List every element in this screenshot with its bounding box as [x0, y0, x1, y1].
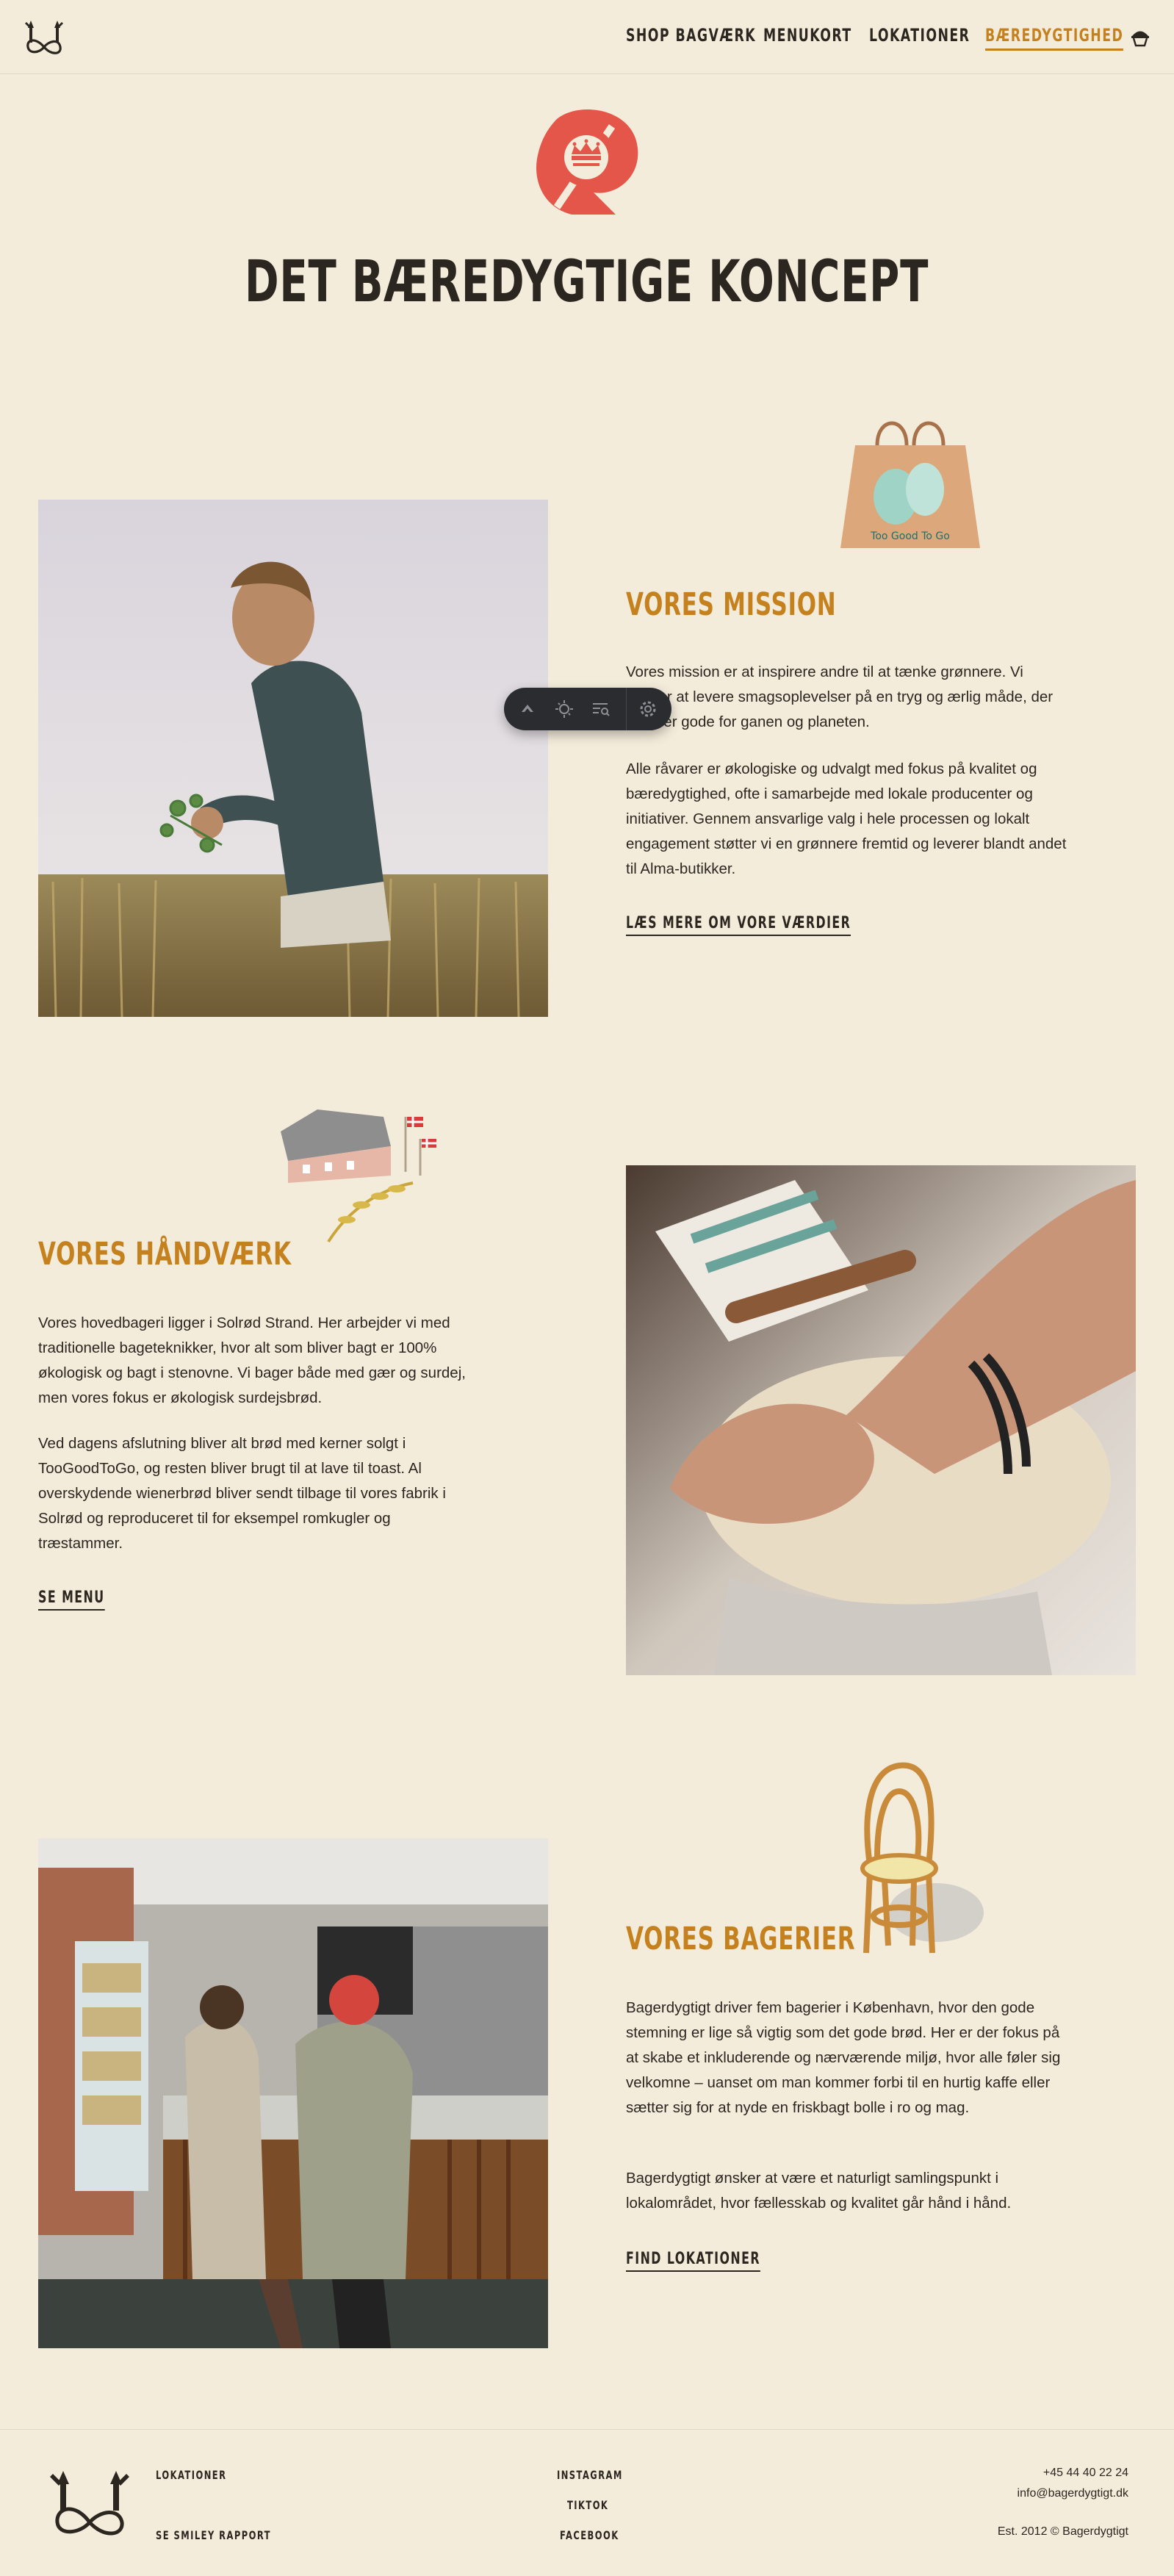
bakery-house-flags-illustration	[281, 1109, 436, 1243]
bakeries-title: VORES BAGERIER	[626, 1921, 856, 1957]
footer-email[interactable]: info@bagerdygtigt.dk	[1018, 2487, 1128, 2500]
footer-copyright: Est. 2012 © Bagerdygtigt	[997, 2525, 1128, 2538]
menu-link[interactable]: SE MENU	[38, 1589, 105, 1611]
dough-kneading-image	[626, 1165, 1136, 1675]
values-link[interactable]: LÆS MERE OM VORE VÆRDIER	[626, 914, 851, 936]
nav-shop-bagvaerk[interactable]: SHOP BAGVÆRK	[626, 25, 756, 46]
locations-link[interactable]: FIND LOKATIONER	[626, 2250, 760, 2272]
footer-link-lokationer[interactable]: LOKATIONER	[156, 2468, 226, 2482]
craft-title: VORES HÅNDVÆRK	[38, 1236, 292, 1273]
page-title: DET BÆREDYGTIGE KONCEPT	[245, 249, 929, 315]
craft-paragraph-1: Vores hovedbageri ligger i Solrød Strand…	[38, 1314, 466, 1406]
dough-kneading-photo	[626, 1165, 1136, 1675]
bakeries-paragraph-1: Bagerdygtigt driver fem bagerier i Køben…	[626, 1999, 1061, 2116]
mission-title: VORES MISSION	[626, 586, 837, 623]
pretzel-wheat-logo-footer[interactable]	[46, 2467, 134, 2540]
organic-crown-emblem	[536, 109, 638, 215]
basket-icon[interactable]	[1130, 26, 1150, 47]
bakery-interior-photo	[38, 1838, 548, 2348]
mission-paragraph-1: Vores mission er at inspirere andre til …	[626, 663, 1054, 730]
site-footer: LOKATIONER SE SMILEY RAPPORT INSTAGRAM T…	[0, 2429, 1174, 2576]
nav-menukort[interactable]: MENUKORT	[763, 25, 852, 46]
search-list-icon[interactable]	[589, 697, 613, 721]
arrow-up-icon[interactable]	[516, 697, 539, 721]
floating-toolbar	[504, 688, 671, 730]
bakeries-paragraph-2: Bagerdygtigt ønsker at være et naturligt…	[626, 2170, 1012, 2212]
footer-link-tiktok[interactable]: TIKTOK	[567, 2498, 608, 2512]
nav-lokationer[interactable]: LOKATIONER	[869, 25, 970, 46]
toolbar-divider	[626, 688, 627, 730]
footer-link-instagram[interactable]: INSTAGRAM	[557, 2468, 623, 2482]
bakery-interior-image	[38, 1838, 548, 2348]
mission-paragraph-2: Alle råvarer er økologiske og udvalgt me…	[626, 760, 1067, 877]
footer-link-facebook[interactable]: FACEBOOK	[560, 2528, 619, 2542]
settings-icon[interactable]	[636, 697, 660, 721]
craft-paragraph-2: Ved dagens afslutning bliver alt brød me…	[38, 1435, 446, 1552]
svg-text:Too Good To Go: Too Good To Go	[870, 530, 950, 542]
farmer-wheat-field-photo	[38, 500, 548, 1017]
footer-link-smiley-rapport[interactable]: SE SMILEY RAPPORT	[156, 2528, 271, 2542]
too-good-to-go-bag-illustration: Too Good To Go	[840, 421, 980, 548]
brightness-icon[interactable]	[552, 697, 576, 721]
footer-phone[interactable]: +45 44 40 22 24	[1043, 2467, 1128, 2480]
farmer-wheat-field-image	[38, 500, 548, 1017]
nav-baeredygtighed[interactable]: BÆREDYGTIGHED	[985, 25, 1124, 51]
pretzel-wheat-logo[interactable]	[22, 18, 66, 57]
site-header: SHOP BAGVÆRK MENUKORT LOKATIONER BÆREDYG…	[0, 0, 1174, 74]
